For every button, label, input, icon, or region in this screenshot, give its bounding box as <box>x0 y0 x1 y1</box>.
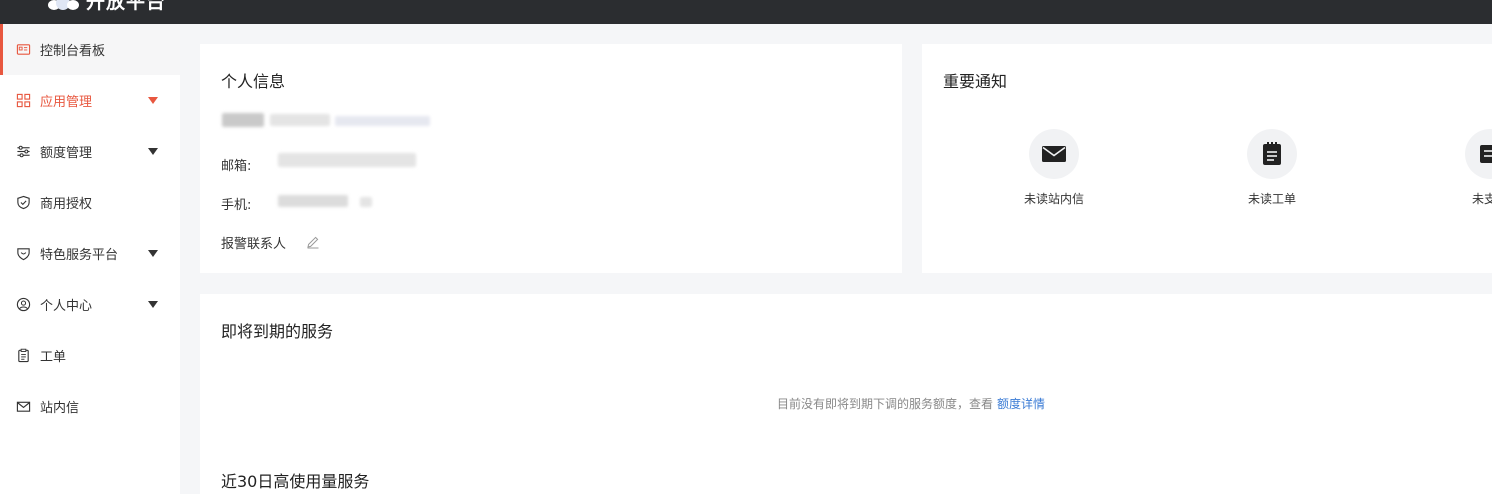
envelope-icon <box>1029 129 1079 179</box>
sliders-icon <box>15 144 31 160</box>
sidebar-item-messages[interactable]: 站内信 <box>0 381 180 432</box>
unpaid-bills[interactable]: 未支付 <box>1430 129 1492 207</box>
quota-details-link[interactable]: 额度详情 <box>997 397 1045 411</box>
sidebar-item-label: 额度管理 <box>40 146 93 161</box>
bill-icon <box>1465 129 1492 179</box>
caret-down-icon[interactable] <box>148 250 158 257</box>
sidebar-item-label: 商用授权 <box>40 197 93 212</box>
unread-messages-label: 未读站内信 <box>1023 192 1084 206</box>
sidebar-item-label: 站内信 <box>40 401 80 416</box>
clipboard-icon <box>15 348 31 364</box>
logo-mark-icon <box>46 0 82 10</box>
sidebar-item-app-management[interactable]: 应用管理 <box>0 75 180 126</box>
notepad-icon <box>1247 129 1297 179</box>
expiring-empty-text: 目前没有即将到期下调的服务额度，查看 <box>777 397 994 411</box>
high-usage-title: 近30日高使用量服务 <box>221 472 370 491</box>
sidebar-item-tickets[interactable]: 工单 <box>0 330 180 381</box>
caret-down-icon[interactable] <box>148 97 158 104</box>
mail-icon <box>15 399 31 415</box>
caret-down-icon[interactable] <box>148 301 158 308</box>
caret-down-icon[interactable] <box>148 148 158 155</box>
email-label: 邮箱: <box>221 159 252 174</box>
sidebar-item-label: 应用管理 <box>40 95 93 110</box>
sidebar-item-featured-services[interactable]: 特色服务平台 <box>0 228 180 279</box>
phone-label: 手机: <box>221 198 252 213</box>
dashboard-icon <box>15 42 31 58</box>
logo-text: 开放平台 <box>86 0 167 13</box>
sidebar: 控制台看板 应用管理 额度管理 商用授权 特色服务平台 个人中心 工单 站内信 <box>0 24 180 494</box>
personal-info-card: 个人信息 邮箱: 手机: 报警联系人 <box>200 44 902 273</box>
sidebar-item-label: 控制台看板 <box>40 44 106 59</box>
user-circle-icon <box>15 297 31 313</box>
heart-shield-icon <box>15 246 31 262</box>
sidebar-item-label: 工单 <box>40 350 67 365</box>
unread-tickets[interactable]: 未读工单 <box>1212 129 1332 207</box>
unpaid-bills-label: 未支付 <box>1471 192 1492 206</box>
grid-icon <box>15 93 31 109</box>
sidebar-item-personal-center[interactable]: 个人中心 <box>0 279 180 330</box>
sidebar-item-quota-management[interactable]: 额度管理 <box>0 126 180 177</box>
shield-check-icon <box>15 195 31 211</box>
sidebar-item-label: 特色服务平台 <box>40 248 119 263</box>
sidebar-item-commercial-license[interactable]: 商用授权 <box>0 177 180 228</box>
important-notices-card: 重要通知 未读站内信 未读工单 未支付 <box>922 44 1492 273</box>
sidebar-item-label: 个人中心 <box>40 299 93 314</box>
expiring-services-card: 即将到期的服务 目前没有即将到期下调的服务额度，查看 额度详情 近30日高使用量服… <box>200 294 1492 494</box>
expiring-services-title: 即将到期的服务 <box>221 322 334 341</box>
expiring-empty-state: 目前没有即将到期下调的服务额度，查看 额度详情 <box>777 395 1045 412</box>
notices-title: 重要通知 <box>943 72 1008 91</box>
alarm-contact-label: 报警联系人 <box>221 237 287 252</box>
edit-pencil-icon[interactable] <box>306 235 320 249</box>
sidebar-item-dashboard[interactable]: 控制台看板 <box>0 24 180 75</box>
unread-tickets-label: 未读工单 <box>1247 192 1296 206</box>
personal-info-title: 个人信息 <box>221 72 286 91</box>
unread-messages[interactable]: 未读站内信 <box>994 129 1114 207</box>
top-bar: 开放平台 <box>0 0 1492 24</box>
logo[interactable]: 开放平台 <box>46 0 166 12</box>
